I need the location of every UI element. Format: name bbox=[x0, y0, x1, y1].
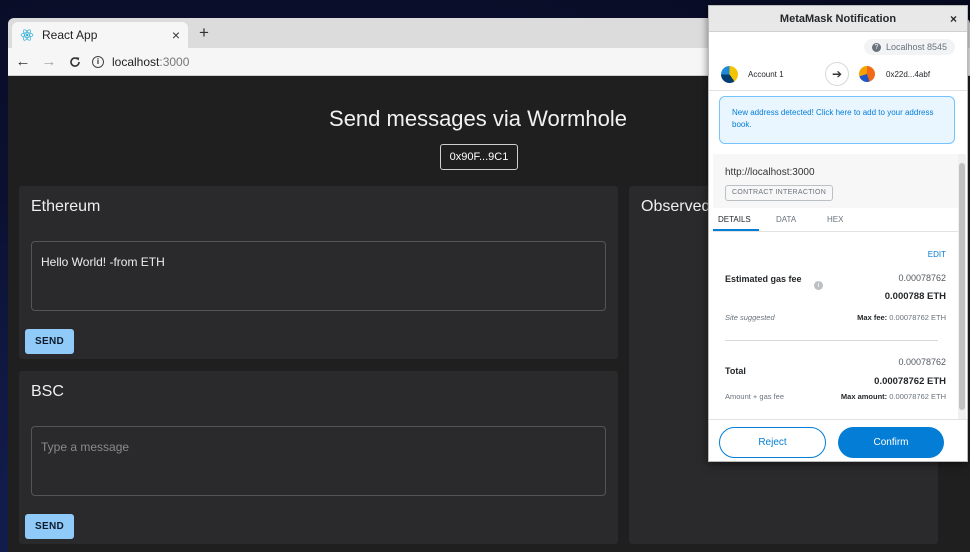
gas-fee-secondary: 0.00078762 bbox=[898, 273, 946, 283]
tab-details[interactable]: DETAILS bbox=[718, 215, 751, 224]
origin-section: http://localhost:3000 CONTRACT INTERACTI… bbox=[713, 154, 958, 208]
account-transfer-row: Account 1 ➔ 0x22d...4abf bbox=[709, 59, 967, 91]
max-amount: Max amount: 0.00078762 ETH bbox=[841, 392, 946, 401]
bsc-title: BSC bbox=[31, 383, 64, 400]
ethereum-send-button[interactable]: SEND bbox=[25, 329, 74, 354]
new-tab-button[interactable]: + bbox=[194, 23, 214, 43]
metamask-title: MetaMask Notification bbox=[779, 13, 897, 25]
forward-arrow-icon[interactable]: → bbox=[38, 51, 60, 73]
scrollbar-thumb[interactable] bbox=[959, 163, 965, 410]
site-suggested-label: Site suggested bbox=[725, 313, 775, 322]
from-account-name: Account 1 bbox=[748, 70, 784, 79]
max-amount-value: 0.00078762 ETH bbox=[889, 392, 946, 401]
tab-data[interactable]: DATA bbox=[776, 215, 796, 224]
to-account[interactable]: 0x22d...4abf bbox=[859, 66, 930, 82]
observed-title: Observed bbox=[641, 198, 711, 215]
back-arrow-icon[interactable]: ← bbox=[12, 51, 34, 73]
action-footer: Reject Confirm bbox=[709, 419, 967, 461]
metamask-notification: MetaMask Notification × ? Localhost 8545… bbox=[708, 5, 968, 462]
gas-fee-label: Estimated gas fee bbox=[725, 274, 802, 284]
ethereum-card: Ethereum Hello World! -from ETH SEND bbox=[19, 186, 618, 359]
to-account-address: 0x22d...4abf bbox=[886, 69, 931, 79]
recipient-avatar-icon bbox=[859, 66, 875, 82]
edit-gas-link[interactable]: EDIT bbox=[928, 250, 946, 259]
close-icon[interactable]: × bbox=[950, 6, 957, 32]
total-secondary: 0.00078762 bbox=[898, 357, 946, 367]
react-logo-icon bbox=[20, 29, 34, 41]
max-fee-label: Max fee: bbox=[857, 313, 888, 322]
tab-hex[interactable]: HEX bbox=[827, 215, 843, 224]
details-tabs: DETAILS DATA HEX bbox=[713, 208, 958, 232]
url-port: :3000 bbox=[159, 54, 190, 69]
ethereum-title: Ethereum bbox=[31, 198, 101, 215]
arrow-right-icon: ➔ bbox=[825, 62, 849, 86]
info-icon[interactable]: i bbox=[814, 281, 823, 290]
reload-icon[interactable] bbox=[64, 51, 86, 73]
amount-gas-label: Amount + gas fee bbox=[725, 392, 784, 401]
address-bar[interactable]: i localhost:3000 bbox=[92, 55, 189, 69]
ethereum-message-input[interactable]: Hello World! -from ETH bbox=[31, 241, 606, 311]
max-fee: Max fee: 0.00078762 ETH bbox=[857, 313, 946, 322]
gas-fee-primary: 0.000788 ETH bbox=[884, 291, 946, 302]
site-info-icon[interactable]: i bbox=[92, 55, 104, 68]
origin-url: http://localhost:3000 bbox=[725, 167, 815, 178]
transaction-details-scroll: http://localhost:3000 CONTRACT INTERACTI… bbox=[713, 154, 958, 419]
url-host: localhost bbox=[112, 54, 160, 69]
metamask-titlebar: MetaMask Notification × bbox=[709, 6, 967, 32]
bsc-send-button[interactable]: SEND bbox=[25, 514, 74, 539]
total-label: Total bbox=[725, 366, 746, 376]
total-primary: 0.00078762 ETH bbox=[874, 376, 946, 387]
from-account[interactable]: Account 1 bbox=[721, 66, 784, 83]
confirm-button[interactable]: Confirm bbox=[838, 427, 944, 458]
account-avatar-icon bbox=[721, 66, 738, 83]
bsc-message-input[interactable]: Type a message bbox=[31, 426, 606, 496]
max-fee-value: 0.00078762 ETH bbox=[889, 313, 946, 322]
active-tab-indicator bbox=[713, 229, 759, 231]
question-icon: ? bbox=[871, 42, 881, 52]
tab-react-app[interactable]: React App × bbox=[12, 22, 188, 48]
new-address-banner[interactable]: New address detected! Click here to add … bbox=[719, 96, 955, 144]
divider bbox=[725, 340, 938, 341]
wallet-address-button[interactable]: 0x90F...9C1 bbox=[440, 144, 518, 170]
tab-title: React App bbox=[42, 28, 98, 42]
tab-close-icon[interactable]: × bbox=[172, 27, 180, 43]
bsc-card: BSC Type a message SEND bbox=[19, 371, 618, 544]
network-indicator[interactable]: ? Localhost 8545 bbox=[863, 39, 955, 55]
max-amount-label: Max amount: bbox=[840, 392, 888, 401]
reject-button[interactable]: Reject bbox=[719, 427, 826, 458]
contract-interaction-badge: CONTRACT INTERACTION bbox=[725, 185, 834, 201]
network-name: Localhost 8545 bbox=[885, 42, 947, 52]
